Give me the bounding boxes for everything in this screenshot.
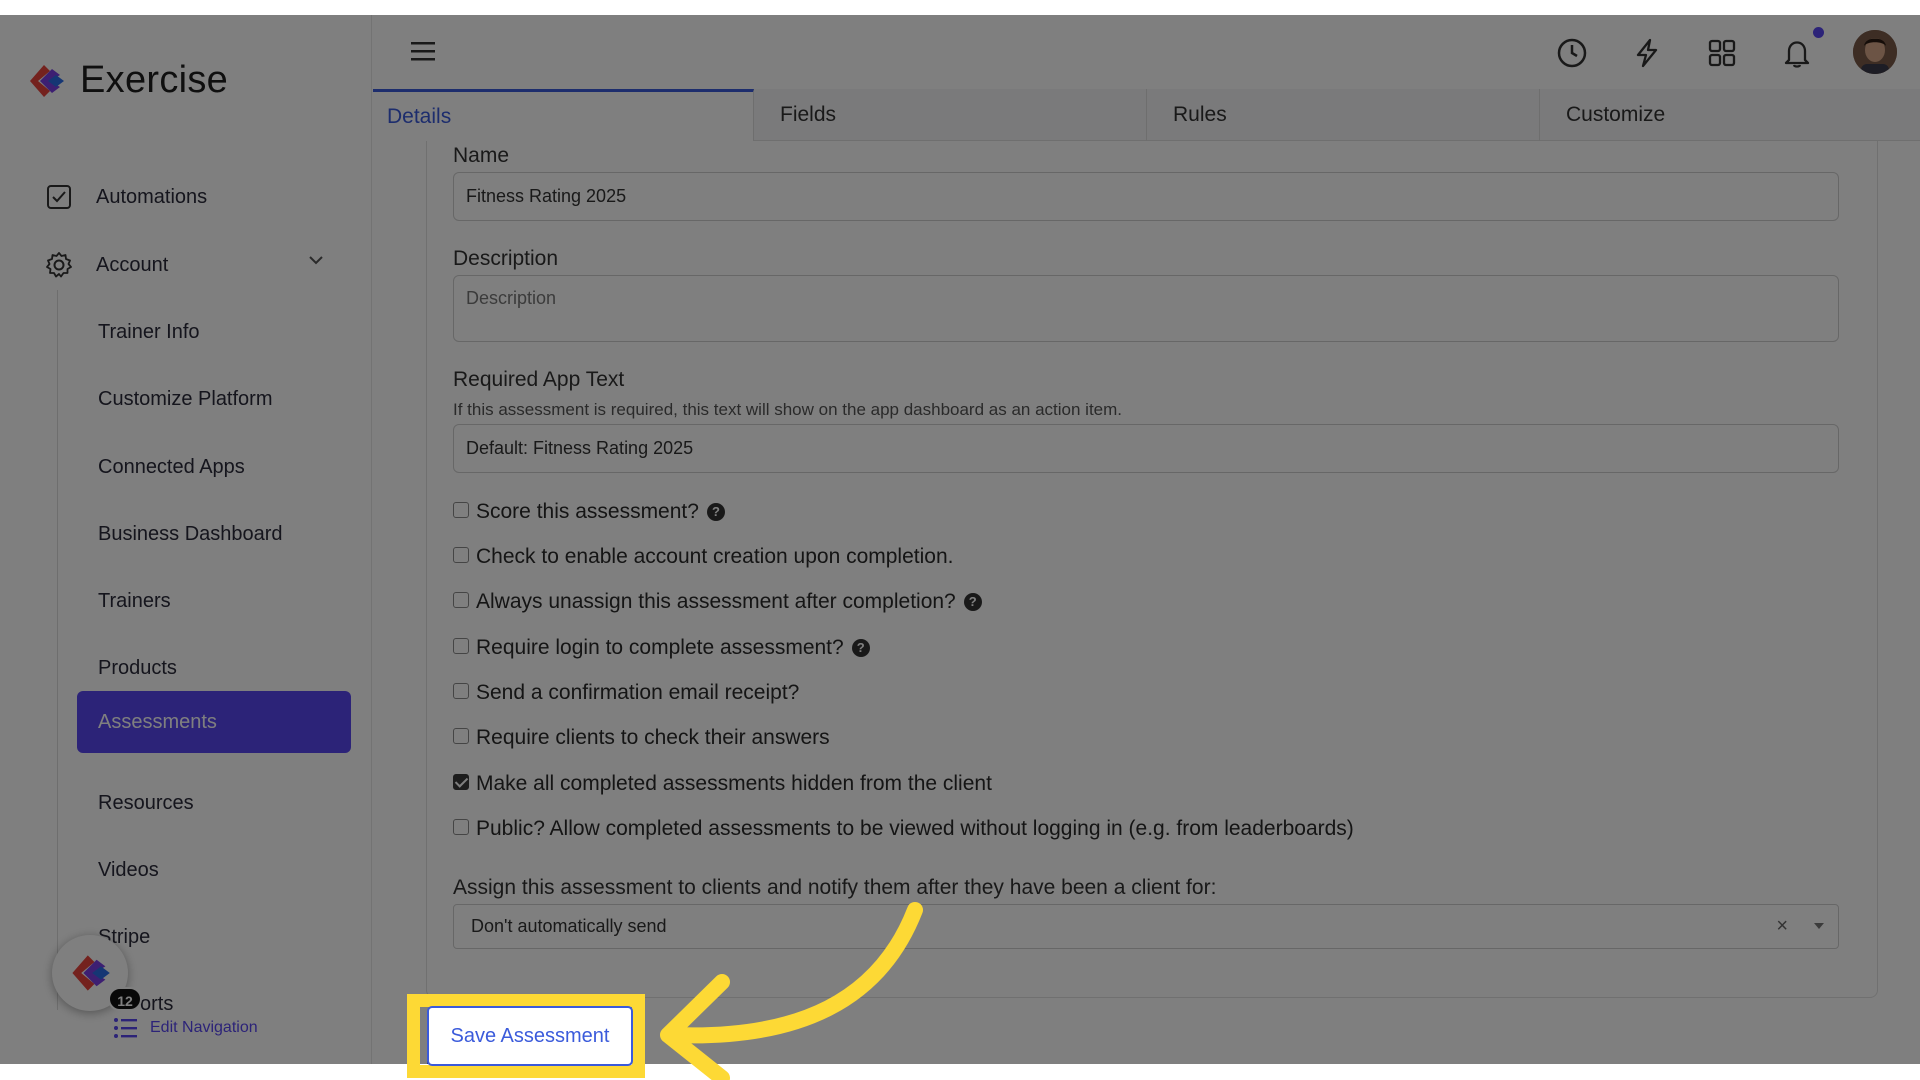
confirmation-email-option[interactable]: Send a confirmation email receipt?: [453, 681, 799, 705]
sidebar-item-label: Automations: [96, 185, 208, 208]
hide-completed-checkbox[interactable]: [453, 774, 469, 790]
enable-account-creation-checkbox[interactable]: [453, 547, 469, 563]
chevron-down-icon[interactable]: [306, 250, 326, 275]
menu-icon[interactable]: [407, 35, 439, 67]
sidebar-item-automations[interactable]: Automations: [44, 182, 207, 212]
public-checkbox[interactable]: [453, 819, 469, 835]
sidebar-subitem-connected-apps[interactable]: Connected Apps: [98, 456, 245, 479]
check-answers-option[interactable]: Require clients to check their answers: [453, 726, 830, 750]
required-app-text-label: Required App Text: [453, 368, 625, 391]
sidebar: Exercise Automations Account Trainer Inf…: [0, 15, 372, 1064]
tab-bar: Details Fields Rules Customize: [373, 89, 1920, 141]
enable-account-creation-option[interactable]: Check to enable account creation upon co…: [453, 545, 953, 569]
description-label: Description: [453, 247, 559, 270]
auto-send-select-value: Don't automatically send: [471, 916, 667, 936]
details-form-card: [426, 141, 1878, 998]
checkbox-label: Require login to complete assessment?: [476, 636, 844, 659]
sidebar-subitem-business-dashboard[interactable]: Business Dashboard: [98, 523, 283, 546]
confirmation-email-checkbox[interactable]: [453, 683, 469, 699]
clock-icon[interactable]: [1554, 35, 1590, 71]
sidebar-subitem-trainers[interactable]: Trainers: [98, 590, 171, 613]
always-unassign-checkbox[interactable]: [453, 592, 469, 608]
help-icon[interactable]: ?: [706, 503, 725, 521]
checkbox-label: Check to enable account creation upon co…: [476, 545, 954, 568]
score-assessment-checkbox[interactable]: [453, 502, 469, 518]
name-label: Name: [453, 144, 510, 167]
bell-icon[interactable]: [1779, 35, 1815, 71]
gear-icon: [44, 250, 74, 280]
check-answers-checkbox[interactable]: [453, 728, 469, 744]
clear-icon[interactable]: ×: [1776, 915, 1788, 938]
app-window: Exercise Automations Account Trainer Inf…: [0, 15, 1920, 1064]
score-assessment-option[interactable]: Score this assessment? ?: [453, 500, 725, 524]
sidebar-item-account[interactable]: Account: [44, 250, 168, 280]
checkbox-icon: [44, 182, 74, 212]
sidebar-subitem-customize-platform[interactable]: Customize Platform: [98, 388, 273, 411]
required-app-text-hint: If this assessment is required, this tex…: [453, 400, 1123, 419]
auto-send-select[interactable]: Don't automatically send ×: [453, 904, 1839, 949]
save-assessment-button[interactable]: Save Assessment: [427, 1021, 633, 1064]
logo-text: Exercise: [80, 59, 229, 101]
public-option[interactable]: Public? Allow completed assessments to b…: [453, 817, 1354, 841]
hide-completed-option[interactable]: Make all completed assessments hidden fr…: [453, 772, 992, 796]
notification-dot: [1813, 27, 1824, 38]
checkbox-label: Require clients to check their answers: [476, 726, 830, 749]
sidebar-subitem-products[interactable]: Products: [98, 657, 177, 680]
sidebar-subitem-reports[interactable]: orts: [140, 993, 173, 1016]
caret-down-icon[interactable]: [1814, 923, 1824, 929]
help-icon[interactable]: ?: [963, 593, 982, 611]
checkbox-label: Score this assessment?: [476, 500, 699, 523]
edit-navigation-label: Edit Navigation: [150, 1019, 258, 1036]
checkbox-label: Send a confirmation email receipt?: [476, 681, 800, 704]
checkbox-label: Make all completed assessments hidden fr…: [476, 772, 992, 795]
required-app-text-input[interactable]: Default: Fitness Rating 2025: [453, 424, 1839, 473]
checkbox-label: Public? Allow completed assessments to b…: [476, 817, 1354, 840]
avatar[interactable]: [1853, 30, 1897, 74]
edit-navigation-link[interactable]: Edit Navigation: [112, 1015, 258, 1041]
list-icon: [112, 1015, 138, 1041]
logo-icon: [30, 64, 64, 97]
submenu-guide-line: [57, 290, 58, 1010]
lightning-icon[interactable]: [1629, 35, 1665, 71]
name-input[interactable]: Fitness Rating 2025: [453, 172, 1839, 221]
tab-customize[interactable]: Customize: [1540, 89, 1920, 141]
sidebar-subitem-resources[interactable]: Resources: [98, 792, 194, 815]
sidebar-item-label: Account: [96, 253, 169, 276]
description-textarea[interactable]: Description: [453, 275, 1839, 342]
tab-fields[interactable]: Fields: [754, 89, 1147, 141]
sidebar-subitem-videos[interactable]: Videos: [98, 859, 159, 882]
require-login-checkbox[interactable]: [453, 638, 469, 654]
help-count-badge: 12: [108, 987, 142, 1011]
sidebar-subitem-trainer-info[interactable]: Trainer Info: [98, 321, 200, 344]
grid-icon[interactable]: [1704, 35, 1740, 71]
checkbox-label: Always unassign this assessment after co…: [476, 590, 956, 613]
tab-details[interactable]: Details: [373, 89, 754, 141]
sidebar-subitem-label: Assessments: [98, 711, 217, 733]
top-bar: [373, 15, 1920, 89]
require-login-option[interactable]: Require login to complete assessment? ?: [453, 636, 870, 660]
help-icon[interactable]: ?: [851, 639, 870, 657]
always-unassign-option[interactable]: Always unassign this assessment after co…: [453, 590, 982, 614]
help-logo-icon: [72, 955, 110, 991]
tab-rules[interactable]: Rules: [1147, 89, 1540, 141]
assign-label: Assign this assessment to clients and no…: [453, 876, 1217, 899]
logo[interactable]: Exercise: [26, 59, 228, 102]
